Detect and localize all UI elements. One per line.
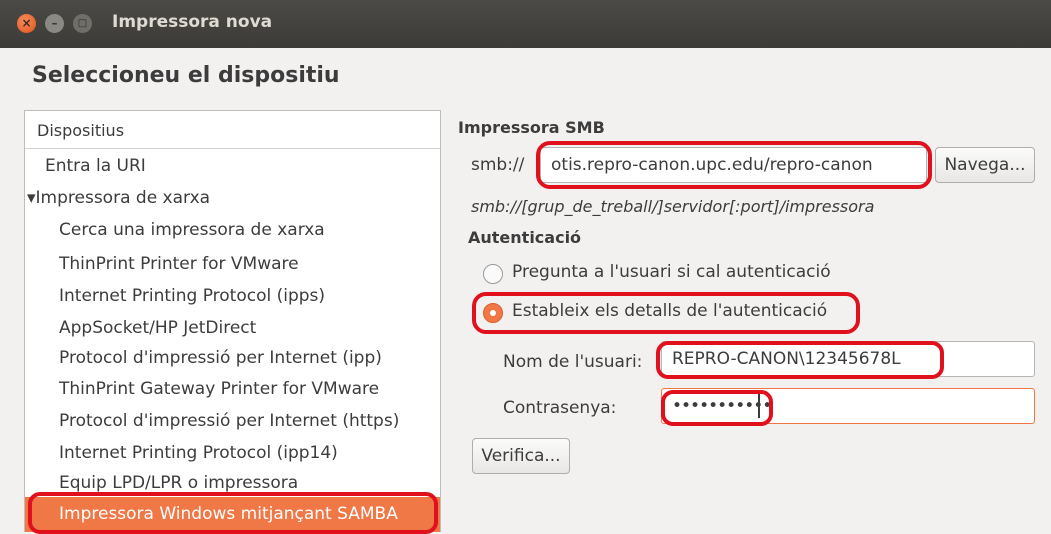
list-item[interactable]: ThinPrint Gateway Printer for VMware xyxy=(59,379,379,399)
title-bar: × – □ Impressora nova xyxy=(0,0,1051,48)
verify-button[interactable]: Verifica... xyxy=(472,438,570,474)
radio-ask-auth-label[interactable]: Pregunta a l'usuari si cal autenticació xyxy=(512,262,831,282)
username-label: Nom de l'usuari: xyxy=(503,352,643,372)
password-input[interactable]: ••••••••••• xyxy=(661,388,1035,424)
radio-ask-auth[interactable] xyxy=(483,264,503,284)
list-item-uri[interactable]: Entra la URI xyxy=(45,156,146,176)
minimize-icon[interactable]: – xyxy=(45,14,64,33)
list-item[interactable]: AppSocket/HP JetDirect xyxy=(59,318,256,338)
smb-section-title: Impressora SMB xyxy=(458,118,605,137)
smb-prefix-label: smb:// xyxy=(471,155,525,175)
list-item[interactable]: Protocol d'impressió per Internet (https… xyxy=(59,411,399,431)
list-item-samba-selected[interactable]: Impressora Windows mitjançant SAMBA xyxy=(25,497,440,532)
radio-set-auth[interactable] xyxy=(483,303,503,323)
smb-uri-input[interactable]: otis.repro-canon.upc.edu/repro-canon xyxy=(540,147,927,183)
browse-button[interactable]: Navega... xyxy=(935,147,1035,183)
list-item-network-printer[interactable]: ▾Impressora de xarxa xyxy=(27,188,210,208)
window-title: Impressora nova xyxy=(112,12,273,32)
list-item-find-network-printer[interactable]: Cerca una impressora de xarxa xyxy=(59,220,325,240)
device-list-header-label: Dispositius xyxy=(37,121,125,140)
device-list[interactable]: Dispositius Entra la URI ▾Impressora de … xyxy=(24,110,441,532)
radio-set-auth-label[interactable]: Estableix els detalls de l'autenticació xyxy=(512,301,827,321)
password-label: Contrasenya: xyxy=(503,398,617,418)
auth-section-title: Autenticació xyxy=(468,228,582,247)
list-item[interactable]: Internet Printing Protocol (ipps) xyxy=(59,286,325,306)
list-item[interactable]: Internet Printing Protocol (ipp14) xyxy=(59,443,338,463)
smb-uri-hint: smb://[grup_de_treball/]servidor[:port]/… xyxy=(471,197,875,216)
list-item[interactable]: Equip LPD/LPR o impressora xyxy=(59,473,298,493)
maximize-icon[interactable]: □ xyxy=(73,14,92,33)
list-item[interactable]: Protocol d'impressió per Internet (ipp) xyxy=(59,348,382,368)
page-title: Seleccioneu el dispositiu xyxy=(32,63,340,88)
text-caret xyxy=(758,394,760,418)
device-list-header[interactable]: Dispositius xyxy=(25,111,440,149)
list-item[interactable]: ThinPrint Printer for VMware xyxy=(59,254,299,274)
close-icon[interactable]: × xyxy=(17,14,36,33)
username-input[interactable]: REPRO-CANON\12345678L xyxy=(661,341,1035,377)
